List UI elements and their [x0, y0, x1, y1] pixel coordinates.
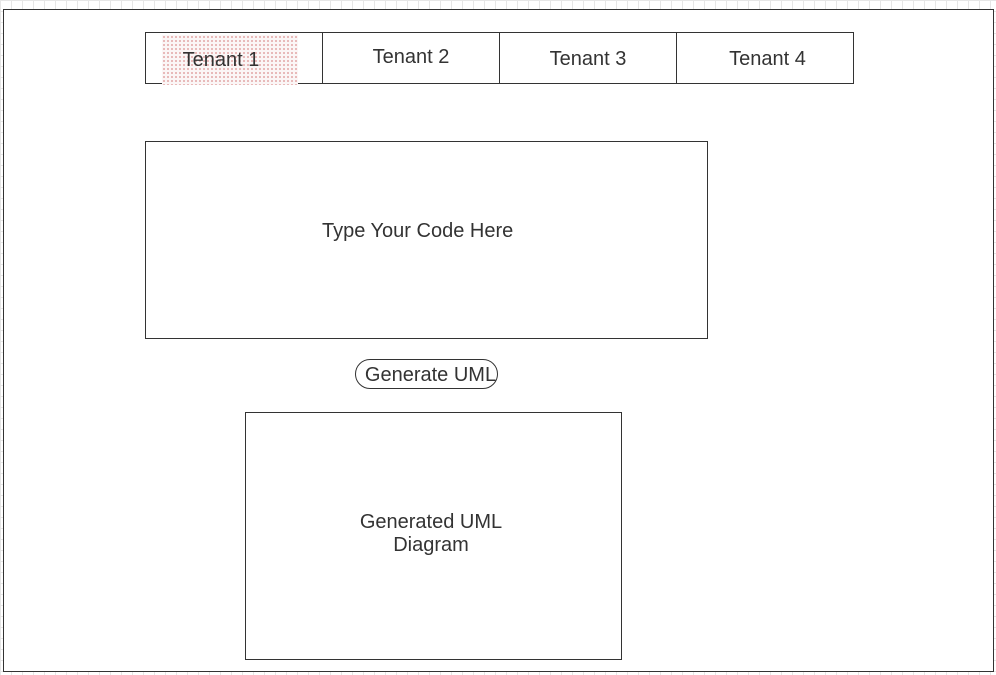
generate-uml-button[interactable]: Generate UML	[355, 359, 498, 389]
generate-uml-label: Generate UML	[364, 363, 497, 386]
tab-tenant-4[interactable]: Tenant 4	[677, 33, 853, 83]
tab-label: Tenant 1	[182, 48, 260, 71]
tab-tenant-3[interactable]: Tenant 3	[500, 33, 677, 83]
tab-tenant-2[interactable]: Tenant 2	[323, 33, 500, 83]
tab-tenant-1[interactable]: Tenant 1	[146, 33, 323, 85]
tab-label: Tenant 2	[372, 45, 450, 68]
uml-diagram-output: Generated UML Diagram	[245, 412, 622, 660]
code-input-area[interactable]: Type Your Code Here	[145, 141, 708, 339]
tenant-tab-bar: Tenant 1 Tenant 2 Tenant 3 Tenant 4	[145, 32, 854, 85]
code-placeholder-text: Type Your Code Here	[322, 220, 514, 242]
uml-output-label: Generated UML Diagram	[359, 511, 503, 556]
tab-label: Tenant 4	[729, 47, 806, 70]
canvas-grid: Tenant 1 Tenant 2 Tenant 3 Tenant 4 Type…	[0, 0, 996, 675]
tab-label: Tenant 3	[549, 47, 627, 70]
